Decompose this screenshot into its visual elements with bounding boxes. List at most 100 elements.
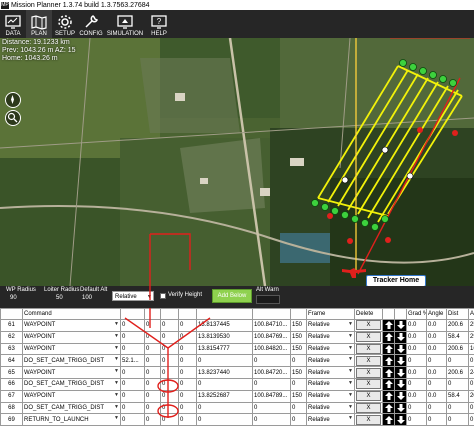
- delete-row-button[interactable]: X: [356, 367, 381, 378]
- param1-cell[interactable]: 0: [120, 366, 145, 379]
- command-cell[interactable]: WAYPOINT ▼: [22, 319, 121, 332]
- table-row[interactable]: 63 WAYPOINT ▼ 0 0 0 0 13.8154777 100.84820... 150…: [0, 342, 474, 356]
- move-up-button[interactable]: [382, 401, 395, 415]
- param2-cell[interactable]: 0: [144, 366, 161, 379]
- param3-cell[interactable]: 0: [160, 342, 179, 356]
- dist-header[interactable]: Dist: [446, 308, 469, 320]
- frame-header[interactable]: Frame: [306, 308, 355, 320]
- delete-row-button[interactable]: X: [356, 332, 381, 343]
- frame-cell[interactable]: Relative ▼: [306, 342, 355, 356]
- param1-cell[interactable]: 0: [120, 319, 145, 332]
- param4-cell[interactable]: 0: [178, 319, 197, 332]
- alt-cell[interactable]: 150: [290, 366, 307, 379]
- table-row[interactable]: 69 RETURN_TO_LAUNCH ▼ 0 0 0 0 0 0 0 Relative ▼ X 0 0 0 0: [0, 413, 474, 427]
- add-below-button[interactable]: Add Below: [212, 289, 252, 303]
- lon-cell[interactable]: 0: [252, 377, 291, 391]
- param3-cell[interactable]: 0: [160, 366, 179, 379]
- toolbar-plan-button[interactable]: PLAN: [26, 10, 52, 38]
- toolbar-simulation-button[interactable]: SIMULATION: [104, 10, 146, 38]
- lat-cell[interactable]: 13.8237440: [196, 366, 253, 379]
- param1-cell[interactable]: 0: [120, 389, 145, 403]
- param2-cell[interactable]: 0: [144, 354, 161, 368]
- param4-cell[interactable]: 0: [178, 354, 197, 368]
- frame-cell[interactable]: Relative ▼: [306, 413, 355, 427]
- map-view[interactable]: Distance: 19.1233 km Prev: 1043.26 m AZ:…: [0, 38, 474, 286]
- frame-cell[interactable]: Relative ▼: [306, 389, 355, 403]
- row-number[interactable]: 61: [0, 319, 23, 332]
- param2-cell[interactable]: 0: [144, 330, 161, 344]
- lat-cell[interactable]: 0: [196, 413, 253, 427]
- alt-cell[interactable]: 150: [290, 342, 307, 356]
- lat-cell[interactable]: 13.8137445: [196, 319, 253, 332]
- param3-cell[interactable]: 0: [160, 319, 179, 332]
- move-down-button[interactable]: [394, 389, 407, 403]
- angle-header[interactable]: Angle: [426, 308, 447, 320]
- toolbar-setup-button[interactable]: SETUP: [52, 10, 78, 38]
- lon-cell[interactable]: 100.84769...: [252, 330, 291, 344]
- param2-cell[interactable]: 0: [144, 413, 161, 427]
- alt-cell[interactable]: 0: [290, 354, 307, 368]
- table-row[interactable]: 67 WAYPOINT ▼ 0 0 0 0 13.8252687 100.84789... 150…: [0, 389, 474, 403]
- move-up-button[interactable]: [382, 319, 395, 332]
- delete-row-button[interactable]: X: [356, 320, 381, 331]
- lon-cell[interactable]: 0: [252, 413, 291, 427]
- param3-cell[interactable]: 0: [160, 377, 179, 391]
- move-down-button[interactable]: [394, 377, 407, 391]
- alt-warn-input[interactable]: [256, 295, 280, 304]
- command-cell[interactable]: DO_SET_CAM_TRIGG_DIST ▼: [22, 401, 121, 415]
- param4-cell[interactable]: 0: [178, 389, 197, 403]
- command-cell[interactable]: WAYPOINT ▼: [22, 366, 121, 379]
- param1-cell[interactable]: 52.1...: [120, 354, 145, 368]
- param3-cell[interactable]: 0: [160, 389, 179, 403]
- param4-cell[interactable]: 0: [178, 413, 197, 427]
- row-number[interactable]: 68: [0, 401, 23, 415]
- command-cell[interactable]: WAYPOINT ▼: [22, 342, 121, 356]
- command-cell[interactable]: RETURN_TO_LAUNCH ▼: [22, 413, 121, 427]
- altitude-frame-select[interactable]: Relative ▼: [112, 291, 154, 301]
- row-number[interactable]: 66: [0, 377, 23, 391]
- command-cell[interactable]: DO_SET_CAM_TRIGG_DIST ▼: [22, 354, 121, 368]
- param4-cell[interactable]: 0: [178, 330, 197, 344]
- lat-cell[interactable]: 13.8252687: [196, 389, 253, 403]
- delete-row-button[interactable]: X: [356, 391, 381, 402]
- move-up-button[interactable]: [382, 330, 395, 344]
- command-cell[interactable]: DO_SET_CAM_TRIGG_DIST ▼: [22, 377, 121, 391]
- move-down-button[interactable]: [394, 413, 407, 427]
- delete-header[interactable]: Delete: [354, 308, 383, 320]
- move-up-button[interactable]: [382, 342, 395, 356]
- lon-cell[interactable]: 0: [252, 354, 291, 368]
- param2-cell[interactable]: 0: [144, 389, 161, 403]
- move-up-button[interactable]: [382, 366, 395, 379]
- table-row[interactable]: 61 WAYPOINT ▼ 0 0 0 0 13.8137445 100.84710... 150…: [0, 319, 474, 332]
- command-header[interactable]: Command: [22, 308, 121, 320]
- frame-cell[interactable]: Relative ▼: [306, 401, 355, 415]
- delete-row-button[interactable]: X: [356, 355, 381, 366]
- move-down-button[interactable]: [394, 319, 407, 332]
- lon-cell[interactable]: 0: [252, 401, 291, 415]
- wp-radius-value[interactable]: 90: [10, 295, 17, 301]
- tracker-home-label[interactable]: Tracker Home: [366, 275, 426, 286]
- move-down-button[interactable]: [394, 401, 407, 415]
- param1-cell[interactable]: 0: [120, 377, 145, 391]
- lon-cell[interactable]: 100.84720...: [252, 366, 291, 379]
- lon-cell[interactable]: 100.84820...: [252, 342, 291, 356]
- alt-cell[interactable]: 0: [290, 377, 307, 391]
- frame-cell[interactable]: Relative ▼: [306, 319, 355, 332]
- row-number[interactable]: 62: [0, 330, 23, 344]
- param2-cell[interactable]: 0: [144, 319, 161, 332]
- lat-cell[interactable]: 13.8154777: [196, 342, 253, 356]
- move-down-button[interactable]: [394, 330, 407, 344]
- toolbar-config-button[interactable]: CONFIG: [78, 10, 104, 38]
- table-row[interactable]: 62 WAYPOINT ▼ 0 0 0 0 13.8139530 100.84769... 150…: [0, 330, 474, 344]
- row-number[interactable]: 69: [0, 413, 23, 427]
- row-number[interactable]: 67: [0, 389, 23, 403]
- param2-cell[interactable]: 0: [144, 377, 161, 391]
- frame-cell[interactable]: Relative ▼: [306, 354, 355, 368]
- delete-row-button[interactable]: X: [356, 414, 381, 425]
- frame-cell[interactable]: Relative ▼: [306, 377, 355, 391]
- alt-cell[interactable]: 150: [290, 319, 307, 332]
- alt-cell[interactable]: 150: [290, 330, 307, 344]
- default-alt-value[interactable]: 100: [82, 295, 92, 301]
- move-up-button[interactable]: [382, 377, 395, 391]
- param1-cell[interactable]: 0: [120, 413, 145, 427]
